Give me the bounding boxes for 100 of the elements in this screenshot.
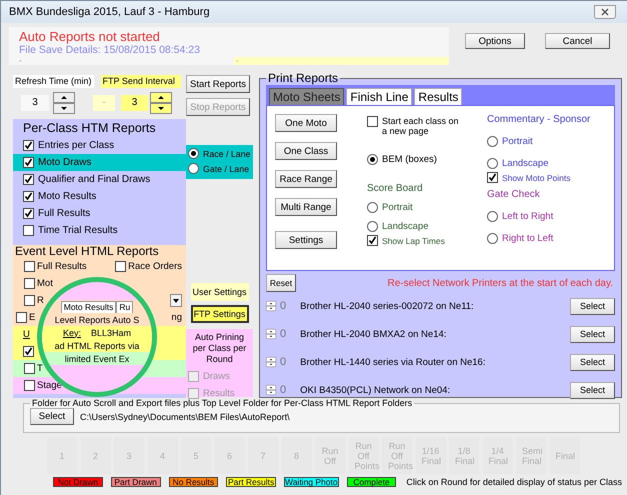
refresh-time-field[interactable]: 3 [21, 95, 49, 111]
window-title: BMX Bundesliga 2015, Lauf 3 - Hamburg [9, 6, 210, 18]
ftp-status: - [234, 57, 449, 65]
tab[interactable]: Finish Line [346, 88, 412, 105]
checkbox-label: Mot [37, 278, 53, 289]
radio-button[interactable] [367, 154, 378, 165]
printer-count: 0 [280, 384, 286, 396]
checkbox-label: Moto Results [38, 191, 96, 202]
checkbox[interactable] [23, 174, 34, 185]
select-printer-button[interactable]: Select [570, 382, 615, 398]
file-save-details: File Save Details: 15/08/2015 08:54:23 [18, 44, 201, 57]
radio-label: Portrait [382, 202, 413, 213]
upload-label: ad HTML Reports via [54, 340, 140, 350]
print-button[interactable]: One Class [275, 142, 337, 160]
checkbox-label: Race Orders [128, 261, 182, 272]
radio-button[interactable] [487, 233, 498, 244]
radio-button[interactable] [487, 136, 498, 147]
checkbox[interactable] [24, 278, 35, 289]
checkbox-label: Show Moto Points [502, 172, 571, 182]
radio-button[interactable] [487, 211, 498, 222]
tab[interactable]: Moto Results [60, 300, 116, 312]
print-button[interactable]: Race Range [275, 170, 337, 188]
legend-swatch: Part Drawn [110, 477, 160, 487]
cancel-button[interactable]: Cancel [545, 33, 610, 49]
checkbox-label: R [37, 295, 44, 306]
select-folder-button[interactable]: Select [30, 408, 74, 425]
label-text: ng [171, 312, 182, 323]
printer-name: Brother HL-1440 series via Router on Ne16: [300, 356, 486, 368]
radio-button[interactable] [367, 202, 378, 213]
checkbox-label: Draws [203, 371, 230, 382]
spinner-buttons[interactable] [53, 92, 75, 114]
group-title: Folder for Auto Scroll and Export files plus Top Level Folder for Per-Class HTML Report Folders [31, 398, 414, 408]
select-printer-button[interactable]: Select [570, 326, 615, 342]
status-line: - [18, 57, 23, 65]
checkbox[interactable] [24, 363, 35, 374]
radio-label: Portrait [502, 136, 533, 147]
printer-name: OKI B4350(PCL) Network on Ne04: [300, 384, 450, 396]
checkbox[interactable] [367, 235, 378, 246]
checkbox[interactable] [24, 380, 35, 391]
print-button[interactable]: One Moto [275, 114, 337, 132]
ftp-settings-button[interactable]: FTP Settings [190, 305, 248, 323]
print-button[interactable]: Multi Range [275, 198, 337, 216]
section-title: Commentary - Sponsor [487, 114, 592, 125]
checkbox[interactable] [23, 346, 34, 357]
ftp-interval-field[interactable]: 3 [121, 95, 148, 111]
tab[interactable]: Moto Sheets [269, 88, 344, 105]
checkbox[interactable] [16, 312, 27, 323]
checkbox[interactable] [367, 116, 378, 127]
checkbox[interactable] [24, 261, 35, 272]
refresh-time-label: Refresh Time (min) [13, 74, 94, 88]
panel-title: Per-Class HTM Reports [22, 120, 157, 137]
user-settings-label: User Settings [190, 283, 248, 301]
checkbox-label: E [29, 312, 36, 323]
folder-path: C:\Users\Sydney\Documents\BEM Files\AutoReport\ [80, 412, 290, 422]
checkbox[interactable] [23, 157, 34, 168]
radio-button[interactable] [188, 163, 199, 174]
status-message: Auto Reports not started [18, 29, 161, 44]
checkbox-label: Show Lap Times [382, 236, 445, 246]
legend-swatch: Part Results [226, 477, 276, 487]
printer-name: Brother HL-2040 series-002072 on Ne11: [300, 300, 474, 312]
checkbox[interactable] [115, 261, 126, 272]
checkbox[interactable] [24, 295, 35, 306]
tab[interactable]: Results [414, 88, 462, 105]
checkbox-label: Full Results [38, 208, 90, 219]
radio-label: Race / Lane [203, 148, 250, 158]
print-button[interactable]: Settings [275, 231, 337, 249]
event-export-label: limited Event Ex [64, 354, 130, 364]
checkbox-label: Entries per Class [38, 140, 114, 151]
spinner-buttons[interactable] [150, 92, 172, 114]
select-printer-button[interactable]: Select [570, 298, 615, 314]
radio-label: Gate / Lane [203, 164, 249, 174]
legend-swatch: Not Drawn [53, 477, 103, 487]
checkbox-label: Results [203, 388, 235, 399]
start-reports-button[interactable]: Start Reports [186, 75, 250, 93]
radio-label: Landscape [502, 158, 548, 169]
key-label: Key: [62, 328, 81, 338]
printer-count: 0 [280, 356, 286, 368]
tab[interactable]: Ru [116, 300, 134, 312]
checkbox-label: Stage [37, 380, 62, 391]
checkbox[interactable] [23, 208, 34, 219]
radio-button[interactable] [188, 148, 199, 159]
radio-button[interactable] [487, 158, 498, 169]
radio-button[interactable] [367, 221, 378, 232]
checkbox[interactable] [23, 191, 34, 202]
reset-button[interactable]: Reset [266, 274, 296, 292]
checkbox[interactable] [487, 172, 498, 183]
ftp-interval-label: FTP Send Interval [100, 74, 181, 88]
checkbox[interactable] [23, 140, 34, 151]
radio-label: Right to Left [502, 233, 554, 244]
section-title: Gate Check [487, 189, 541, 200]
dropdown-text: Level Reports Auto S [54, 314, 140, 324]
options-button[interactable]: Options [465, 33, 525, 49]
checkbox-label: Full Results [37, 261, 87, 272]
close-button[interactable] [594, 5, 616, 19]
panel-title: Auto Prining per Class per Round [192, 332, 248, 365]
checkbox-label: Moto Draws [38, 157, 92, 168]
select-printer-button[interactable]: Select [570, 354, 615, 370]
dropdown-caret-icon[interactable] [170, 294, 182, 307]
legend-swatch: No Results [168, 477, 218, 487]
checkbox[interactable] [23, 225, 34, 236]
